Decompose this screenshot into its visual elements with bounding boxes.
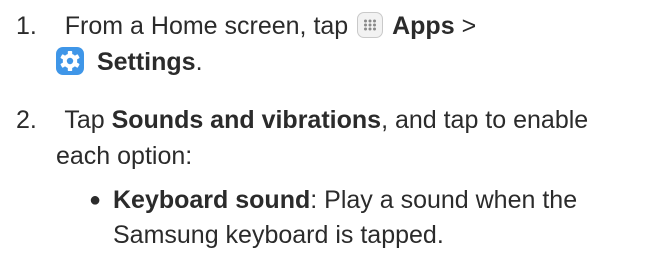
step-2-line-2: each option: xyxy=(56,140,192,172)
step-number: 2. xyxy=(16,106,37,134)
step-text: , and tap to enable xyxy=(381,106,589,134)
apps-label: Apps xyxy=(392,12,455,40)
bullet-dot: ● xyxy=(89,189,102,211)
keyboard-sound-label: Keyboard sound xyxy=(113,186,311,214)
sounds-and-vibrations-label: Sounds and vibrations xyxy=(111,106,382,134)
bullet-text: Samsung keyboard is tapped. xyxy=(113,221,444,249)
apps-grid-icon xyxy=(357,12,384,39)
step-1-line-2: Settings. xyxy=(56,46,203,78)
step-text: From a Home screen, tap xyxy=(64,12,349,40)
step-number: 1. xyxy=(16,12,37,40)
gear-icon xyxy=(56,47,84,76)
step-2-line-1: 2. Tap Sounds and vibrations, and tap to… xyxy=(16,104,588,136)
settings-label: Settings xyxy=(96,48,196,76)
step-1-line-1: 1. From a Home screen, tap Apps > xyxy=(16,10,476,42)
bullet-line-2: Samsung keyboard is tapped. xyxy=(113,219,444,251)
bullet-text: : Play a sound when the xyxy=(310,186,578,214)
separator: > xyxy=(461,12,477,40)
step-text: Tap xyxy=(64,106,105,134)
step-text: each option: xyxy=(56,142,193,170)
bullet-line-1: Keyboard sound: Play a sound when the xyxy=(113,184,577,216)
period: . xyxy=(195,48,203,76)
